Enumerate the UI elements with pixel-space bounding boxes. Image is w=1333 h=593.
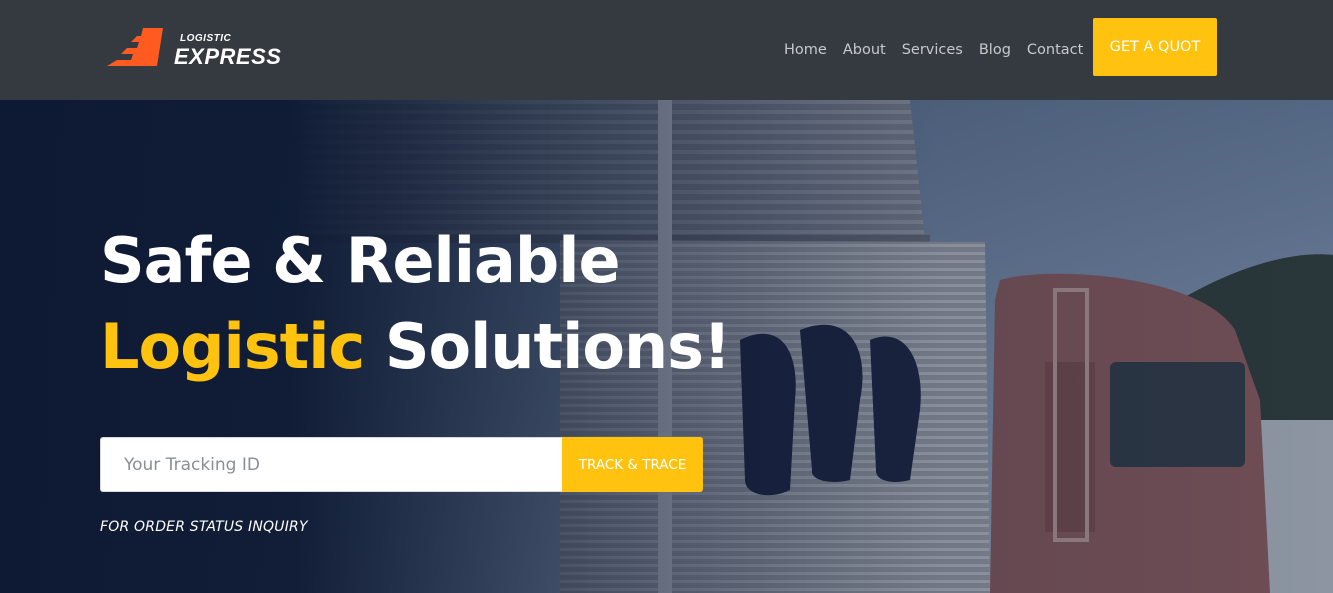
tracking-id-input[interactable] [100,437,562,492]
brand-small-text: LOGISTIC [180,33,232,44]
hero-title-line1: Safe & Reliable [100,224,621,297]
tracking-form: TRACK & TRACE [100,437,703,492]
hero-title-rest: Solutions! [364,310,731,383]
brand-logo[interactable]: LOGISTIC EXPRESS [107,28,297,72]
track-and-trace-button[interactable]: TRACK & TRACE [562,437,703,492]
navbar: LOGISTIC EXPRESS Home About Services Blo… [0,0,1333,100]
hero-title-accent: Logistic [100,310,365,383]
speed-arrow-icon [107,28,163,66]
hero-headline: Safe & Reliable Logistic Solutions! [100,218,731,390]
nav-blog[interactable]: Blog [971,42,1019,58]
nav-contact[interactable]: Contact [1019,42,1091,58]
hero-section: Safe & Reliable Logistic Solutions! TRAC… [0,100,1333,593]
nav-about[interactable]: About [835,42,894,58]
nav-services[interactable]: Services [894,42,971,58]
nav-home[interactable]: Home [775,42,835,58]
brand-big-text: EXPRESS [174,44,282,69]
order-status-hint: FOR ORDER STATUS INQUIRY [100,519,308,535]
get-a-quote-button[interactable]: GET A QUOT [1093,18,1217,76]
main-nav: Home About Services Blog Contact [775,0,1091,100]
